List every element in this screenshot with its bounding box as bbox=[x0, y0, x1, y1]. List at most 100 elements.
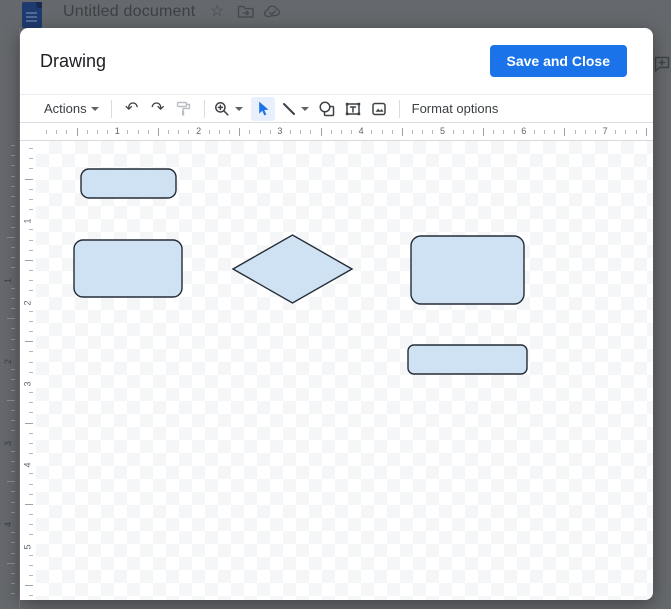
docs-vruler-tick bbox=[11, 460, 15, 462]
line-tool-button[interactable] bbox=[281, 97, 309, 121]
hruler-tick bbox=[239, 128, 241, 136]
vruler-tick bbox=[29, 310, 33, 312]
document-title[interactable]: Untitled document bbox=[63, 3, 195, 21]
shape-icon bbox=[319, 100, 334, 116]
docs-vruler-tick bbox=[11, 430, 15, 432]
docs-vruler-tick bbox=[11, 267, 15, 269]
shape-rounded-rect[interactable] bbox=[80, 168, 177, 199]
hruler-tick bbox=[615, 130, 617, 134]
docs-vruler-tick bbox=[11, 471, 15, 473]
dialog-title: Drawing bbox=[40, 50, 107, 71]
chevron-down-icon bbox=[234, 106, 243, 111]
docs-vruler-tick bbox=[11, 206, 15, 208]
move-folder-icon[interactable] bbox=[237, 4, 255, 19]
vruler-number: 1 bbox=[22, 218, 33, 224]
line-icon bbox=[282, 102, 295, 115]
zoom-button[interactable] bbox=[213, 97, 243, 121]
vruler-tick bbox=[29, 473, 33, 475]
add-comment-icon[interactable] bbox=[654, 56, 670, 73]
vruler-tick bbox=[29, 442, 33, 444]
shape-rounded-rect[interactable] bbox=[410, 235, 525, 305]
save-and-close-button[interactable]: Save and Close bbox=[489, 45, 627, 77]
hruler-tick bbox=[574, 130, 576, 134]
shape-tool-button[interactable] bbox=[315, 97, 339, 121]
hruler-tick bbox=[330, 130, 332, 134]
drawing-canvas[interactable] bbox=[36, 141, 653, 600]
docs-vruler-tick bbox=[7, 236, 15, 238]
hruler-tick bbox=[259, 130, 261, 134]
ruler-corner bbox=[20, 123, 36, 140]
docs-vruler-tick bbox=[11, 572, 15, 574]
docs-file-icon bbox=[22, 2, 42, 28]
hruler-tick bbox=[46, 130, 48, 134]
docs-vruler-tick bbox=[11, 308, 15, 310]
hruler-tick bbox=[320, 128, 322, 136]
vruler-tick bbox=[29, 412, 33, 414]
hruler-tick bbox=[381, 130, 383, 134]
vruler-tick bbox=[29, 564, 33, 566]
hruler-tick bbox=[462, 130, 464, 134]
shape-diamond[interactable] bbox=[231, 234, 354, 304]
vruler-number: 3 bbox=[22, 381, 33, 387]
docs-vruler-tick bbox=[7, 318, 15, 320]
select-tool-button[interactable] bbox=[250, 96, 275, 121]
format-options-button[interactable]: Format options bbox=[408, 101, 503, 116]
vruler-tick bbox=[29, 351, 33, 353]
hruler-tick bbox=[127, 130, 129, 134]
drawing-dialog: Drawing Save and Close Actions ↶ ↷ Forma… bbox=[20, 28, 653, 600]
hruler-tick bbox=[290, 130, 292, 134]
hruler-tick bbox=[483, 128, 485, 136]
redo-button[interactable]: ↷ bbox=[146, 97, 170, 121]
vruler-tick bbox=[29, 229, 33, 231]
docs-vruler-tick bbox=[11, 583, 15, 585]
hruler-tick bbox=[493, 130, 495, 134]
docs-vruler-number: 2 bbox=[3, 358, 13, 364]
hruler-tick bbox=[208, 130, 210, 134]
paint-format-button[interactable] bbox=[172, 97, 196, 121]
hruler-number: 7 bbox=[602, 126, 608, 136]
chevron-down-icon bbox=[300, 106, 309, 111]
vruler-tick bbox=[29, 554, 33, 556]
hruler-tick bbox=[66, 130, 68, 134]
docs-vruler-tick bbox=[11, 155, 15, 157]
shape-rounded-rect[interactable] bbox=[407, 344, 528, 375]
cloud-check-icon bbox=[264, 5, 280, 18]
vruler-tick bbox=[29, 148, 33, 150]
hruler-tick bbox=[422, 130, 424, 134]
ruler-row: 1 2 3 4 5 6 7 bbox=[20, 123, 653, 141]
vruler-tick bbox=[29, 168, 33, 170]
hruler-tick bbox=[452, 130, 454, 134]
hruler-tick bbox=[107, 130, 109, 134]
docs-vruler-tick bbox=[11, 226, 15, 228]
vruler-tick bbox=[29, 595, 33, 597]
vruler-tick bbox=[29, 290, 33, 292]
hruler-tick bbox=[412, 130, 413, 134]
undo-button[interactable]: ↶ bbox=[120, 97, 144, 121]
docs-vruler-tick bbox=[11, 328, 15, 330]
hruler-number: 6 bbox=[521, 126, 527, 136]
vruler-tick bbox=[25, 585, 33, 587]
docs-vruler-tick bbox=[11, 491, 15, 493]
vruler-number: 5 bbox=[22, 543, 33, 549]
vruler-tick bbox=[29, 198, 33, 200]
hruler-tick bbox=[76, 128, 78, 136]
docs-vruler-tick bbox=[11, 338, 15, 340]
hruler-tick bbox=[635, 130, 637, 134]
shape-rounded-rect[interactable] bbox=[73, 239, 183, 298]
hruler-tick bbox=[513, 130, 515, 134]
docs-vruler-tick bbox=[11, 185, 15, 187]
vruler-number: 4 bbox=[22, 462, 33, 468]
text-box-tool-button[interactable] bbox=[341, 97, 365, 121]
vruler-tick bbox=[29, 361, 33, 363]
docs-vruler-number: 1 bbox=[3, 277, 13, 283]
actions-menu-button[interactable]: Actions bbox=[40, 101, 103, 116]
docs-vruler-tick bbox=[11, 552, 15, 554]
star-icon[interactable]: ☆ bbox=[210, 4, 224, 20]
vruler-tick bbox=[29, 402, 33, 404]
hruler-tick bbox=[625, 130, 627, 134]
zoom-in-icon bbox=[214, 101, 229, 116]
dialog-header: Drawing Save and Close bbox=[20, 28, 653, 95]
vruler-tick bbox=[29, 574, 33, 576]
docs-vruler-tick bbox=[11, 369, 15, 371]
image-tool-button[interactable] bbox=[367, 97, 391, 121]
